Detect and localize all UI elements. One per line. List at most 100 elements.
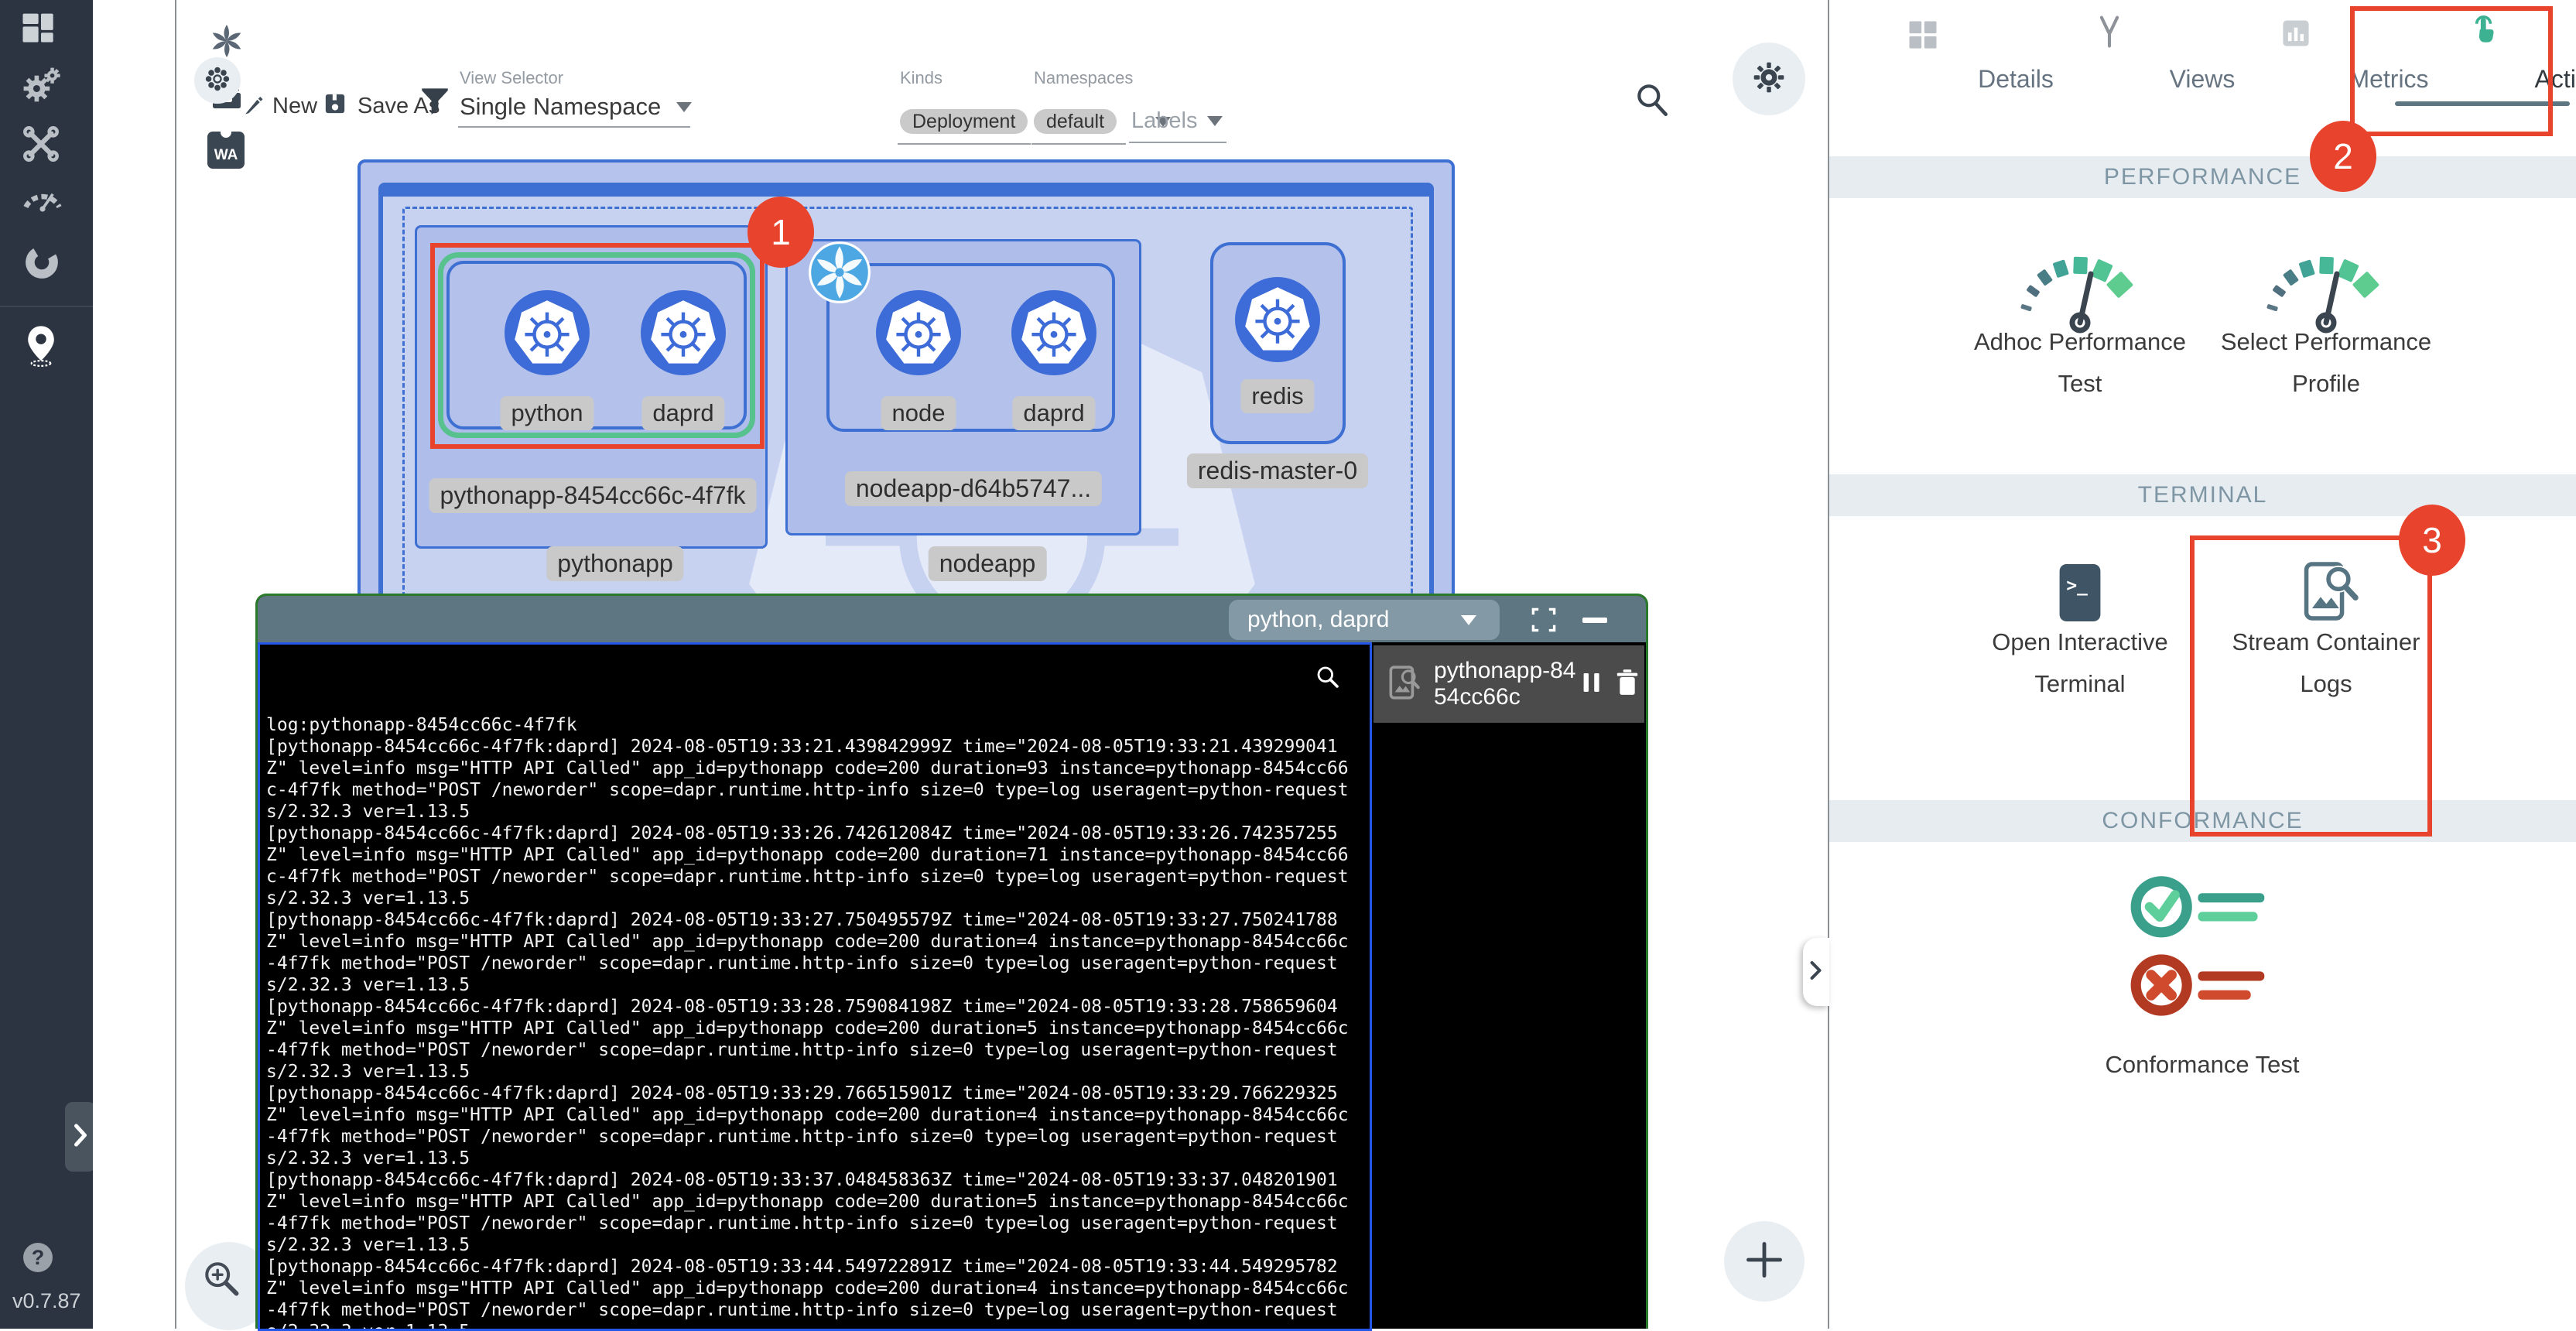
- rail-divider: [0, 306, 93, 307]
- filter-funnel-icon[interactable]: [418, 85, 452, 123]
- annotation-box-1: [430, 243, 765, 449]
- deployment-name-label: nodeapp: [929, 546, 1047, 581]
- gauge-icon[interactable]: [19, 176, 63, 220]
- chevron-right-icon: [1809, 960, 1823, 985]
- tab-views[interactable]: Views: [2016, 0, 2202, 108]
- log-line: [pythonapp-8454cc66c-4f7fk:daprd] 2024-0…: [266, 1256, 1351, 1331]
- log-line: [pythonapp-8454cc66c-4f7fk:daprd] 2024-0…: [266, 909, 1351, 996]
- trash-icon[interactable]: [1610, 666, 1644, 703]
- annotation-box-2: [2350, 6, 2553, 136]
- fullscreen-icon[interactable]: [1531, 607, 1557, 637]
- pause-icon[interactable]: [1576, 667, 1607, 702]
- action-conformance-test[interactable]: Conformance Test: [2086, 1051, 2318, 1079]
- webassembly-icon[interactable]: WA: [207, 132, 245, 169]
- log-line: [pythonapp-8454cc66c-4f7fk:daprd] 2024-0…: [266, 1083, 1351, 1169]
- log-stream-item[interactable]: pythonapp-8454cc66c: [1374, 645, 1644, 723]
- tab-details[interactable]: Details: [1829, 0, 2016, 108]
- checklist-icon: [2117, 857, 2287, 1032]
- log-line: [pythonapp-8454cc66c-4f7fk:daprd] 2024-0…: [266, 1169, 1351, 1256]
- container-label: daprd: [1012, 396, 1095, 430]
- dashboard-icon[interactable]: [19, 9, 63, 53]
- deployment-name-label: pythonapp: [546, 546, 683, 581]
- log-line: log:pythonapp-8454cc66c-4f7fk: [266, 714, 1351, 736]
- log-line: [pythonapp-8454cc66c-4f7fk:daprd] 2024-0…: [266, 823, 1351, 909]
- container-label: redis: [1240, 379, 1314, 413]
- pod-name-label: redis-master-0: [1187, 453, 1368, 488]
- minimize-icon[interactable]: [1582, 618, 1607, 623]
- location-pin-icon[interactable]: [19, 323, 63, 367]
- sidebar-expand-tab[interactable]: [65, 1102, 96, 1172]
- question-mark-icon: ?: [32, 1246, 45, 1270]
- annotation-badge-2: 2: [2310, 121, 2376, 192]
- panel-collapse-tab[interactable]: [1803, 938, 1829, 1006]
- view-selector-underline: [458, 126, 690, 128]
- kinds-label: Kinds: [900, 68, 942, 88]
- bar-chart-icon: [2278, 15, 2314, 55]
- plus-icon: [1743, 1239, 1785, 1285]
- save-icon[interactable]: [323, 91, 347, 120]
- settings-button[interactable]: [1733, 43, 1805, 115]
- kinds-underline: [898, 143, 1031, 145]
- layout-button[interactable]: [194, 57, 241, 104]
- annotation-box-3: [2190, 535, 2432, 837]
- image-search-icon: [1384, 662, 1425, 707]
- labels-dropdown[interactable]: Labels: [1131, 108, 1197, 134]
- donut-chart-icon[interactable]: [19, 240, 63, 283]
- namespaces-label: Namespaces: [1034, 68, 1133, 88]
- view-selector-dropdown[interactable]: Single Namespace: [460, 93, 692, 121]
- add-button[interactable]: [1724, 1221, 1805, 1302]
- section-header-terminal: TERMINAL: [1829, 474, 2576, 516]
- left-panel-divider: [175, 0, 176, 1329]
- version-label: v0.7.87: [12, 1289, 81, 1313]
- pod-name-label: nodeapp-d64b5747...: [845, 471, 1102, 506]
- container-icon-redis[interactable]: [1235, 277, 1320, 366]
- action-adhoc-performance-test[interactable]: Adhoc Performance Test: [1964, 328, 2196, 398]
- right-panel-divider: [1828, 0, 1829, 1329]
- container-selector-value: python, daprd: [1247, 607, 1389, 633]
- annotation-badge-3: 3: [2399, 505, 2465, 576]
- pencil-icon[interactable]: [241, 91, 266, 120]
- flower-icon: [203, 64, 232, 98]
- pod-name-label: pythonapp-8454cc66c-4f7fk: [429, 478, 757, 513]
- search-icon[interactable]: [1633, 80, 1673, 125]
- app-rail: WA: [93, 0, 176, 1329]
- chevron-down-icon: [1207, 116, 1223, 126]
- container-icon-node[interactable]: [876, 290, 961, 379]
- labels-placeholder: Labels: [1131, 108, 1197, 133]
- labels-underline: [1129, 142, 1226, 143]
- action-select-performance-profile[interactable]: Select Performance Profile: [2210, 328, 2442, 398]
- chevron-down-icon: [676, 102, 692, 112]
- new-button[interactable]: New: [272, 94, 317, 119]
- action-open-interactive-terminal[interactable]: Open Interactive Terminal: [1964, 628, 2196, 698]
- log-search-cursor-icon: [1312, 662, 1343, 696]
- grid-icon: [1905, 17, 1941, 56]
- chevron-right-icon: [72, 1122, 89, 1152]
- log-line: [pythonapp-8454cc66c-4f7fk:daprd] 2024-0…: [266, 996, 1351, 1083]
- kind-chip-deployment[interactable]: Deployment: [900, 109, 1028, 134]
- log-terminal-window: python, daprd log:pythonapp-8454cc66c-4f…: [255, 594, 1648, 1329]
- namespace-chip-default[interactable]: default: [1034, 109, 1117, 134]
- dapr-badge-icon: [809, 241, 871, 307]
- gear-icon: [1751, 60, 1787, 99]
- view-selector-value: Single Namespace: [460, 93, 661, 120]
- view-selector-label: View Selector: [460, 68, 563, 88]
- log-text: log:pythonapp-8454cc66c-4f7fk[pythonapp-…: [260, 645, 1370, 1331]
- log-output-area[interactable]: log:pythonapp-8454cc66c-4f7fk[pythonapp-…: [258, 642, 1372, 1331]
- container-label: node: [881, 396, 956, 430]
- chevron-down-icon: [1461, 615, 1476, 625]
- container-selector-dropdown[interactable]: python, daprd: [1229, 600, 1500, 640]
- branch-icon: [2092, 14, 2127, 53]
- namespaces-underline: [1031, 143, 1126, 145]
- stream-title: pythonapp-8454cc66c: [1434, 658, 1576, 710]
- container-icon-daprd[interactable]: [1011, 290, 1096, 379]
- left-nav-rail: ? v0.7.87: [0, 0, 93, 1329]
- svg-text:>_: >_: [2066, 576, 2088, 596]
- gears-icon[interactable]: [19, 63, 63, 107]
- zoom-in-magnifier-icon: [200, 1257, 245, 1305]
- tools-icon[interactable]: [19, 122, 63, 166]
- annotation-badge-1: 1: [747, 197, 814, 268]
- log-streams-sidebar: pythonapp-8454cc66c: [1372, 642, 1646, 1329]
- terminal-header[interactable]: python, daprd: [258, 596, 1646, 642]
- log-line: [pythonapp-8454cc66c-4f7fk:daprd] 2024-0…: [266, 736, 1351, 823]
- help-button[interactable]: ?: [23, 1243, 53, 1272]
